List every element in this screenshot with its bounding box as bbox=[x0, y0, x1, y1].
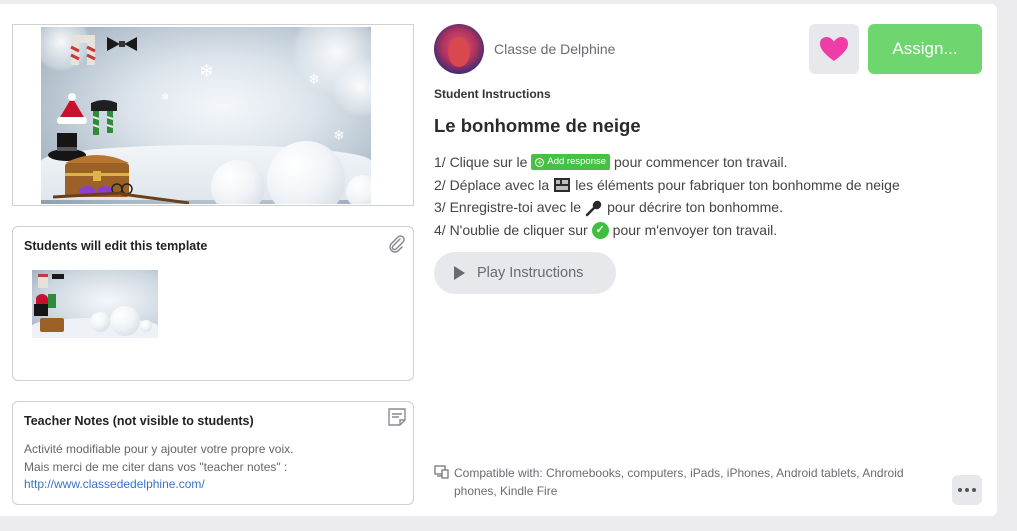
activity-cover-image: ❄ ❄ ❄ ❄ bbox=[12, 24, 414, 206]
microphone-icon bbox=[585, 200, 602, 216]
check-circle-icon: ✓ bbox=[591, 221, 609, 239]
play-icon bbox=[454, 266, 465, 280]
favorite-button[interactable] bbox=[809, 24, 859, 74]
winter-scene-illustration: ❄ ❄ ❄ ❄ bbox=[41, 27, 371, 204]
notes-link[interactable]: http://www.classededelphine.com/ bbox=[24, 476, 293, 494]
teacher-notes-panel: Teacher Notes (not visible to students) … bbox=[12, 401, 414, 505]
paperclip-icon[interactable] bbox=[386, 233, 406, 253]
more-options-button[interactable] bbox=[952, 475, 982, 505]
step-text: pour décrire ton bonhomme. bbox=[607, 199, 783, 216]
student-instructions-label: Student Instructions bbox=[434, 87, 551, 101]
notes-line-2: Mais merci de me citer dans vos "teacher… bbox=[24, 459, 288, 474]
template-panel-title: Students will edit this template bbox=[24, 239, 208, 253]
author-avatar[interactable] bbox=[434, 24, 484, 74]
template-panel: Students will edit this template bbox=[12, 226, 414, 381]
step-text: pour commencer ton travail. bbox=[614, 154, 788, 170]
assign-button[interactable]: Assign... bbox=[868, 24, 982, 74]
teacher-notes-title: Teacher Notes (not visible to students) bbox=[24, 414, 254, 428]
instruction-step-3: 3/ Enregistre-toi avec le pour décrire t… bbox=[434, 196, 900, 219]
heart-icon bbox=[820, 37, 848, 61]
step-text: 1/ Clique sur le bbox=[434, 154, 528, 170]
compatibility-text: Compatible with: Chromebooks, computers,… bbox=[454, 466, 904, 498]
instruction-step-4: 4/ N'oublie de cliquer sur ✓ pour m'envo… bbox=[434, 219, 900, 242]
play-instructions-button[interactable]: Play Instructions bbox=[434, 252, 616, 294]
instruction-steps: 1/ Clique sur le + Add response pour com… bbox=[434, 151, 900, 242]
play-instructions-label: Play Instructions bbox=[477, 265, 584, 281]
step-text: 4/ N'oublie de cliquer sur bbox=[434, 222, 588, 239]
instruction-step-1: 1/ Clique sur le + Add response pour com… bbox=[434, 151, 900, 174]
plus-circle-icon: + bbox=[535, 157, 545, 167]
activity-card: ❄ ❄ ❄ ❄ Students will edit this template… bbox=[0, 4, 997, 516]
teacher-notes-body: Activité modifiable pour y ajouter votre… bbox=[24, 441, 293, 494]
step-text: pour m'envoyer ton travail. bbox=[612, 222, 778, 239]
notes-line-1: Activité modifiable pour y ajouter votre… bbox=[24, 442, 294, 456]
step-text: 2/ Déplace avec la bbox=[434, 176, 550, 193]
add-response-chip-label: Add response bbox=[547, 156, 607, 167]
template-thumbnail[interactable] bbox=[32, 270, 158, 338]
activity-title: Le bonhomme de neige bbox=[434, 115, 641, 136]
move-tool-icon bbox=[554, 178, 571, 193]
devices-icon bbox=[434, 465, 449, 479]
note-icon[interactable] bbox=[387, 407, 407, 427]
author-name[interactable]: Classe de Delphine bbox=[494, 41, 615, 57]
instruction-step-2: 2/ Déplace avec la les éléments pour fab… bbox=[434, 174, 900, 197]
step-text: les éléments pour fabriquer ton bonhomme… bbox=[575, 176, 900, 193]
add-response-chip: + Add response bbox=[531, 154, 611, 171]
step-text: 3/ Enregistre-toi avec le bbox=[434, 199, 582, 216]
